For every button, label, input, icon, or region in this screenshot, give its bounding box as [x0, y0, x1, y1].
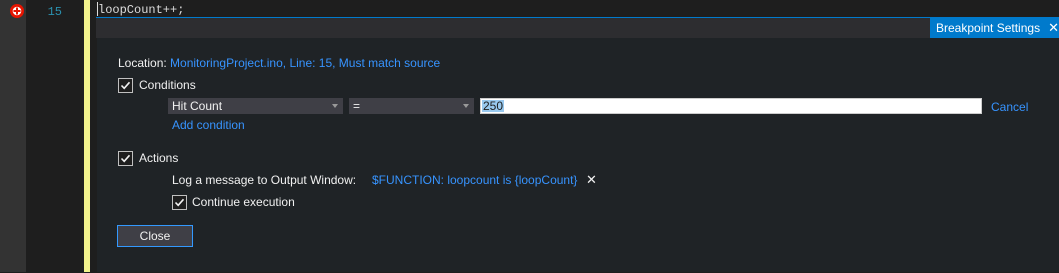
location-link[interactable]: MonitoringProject.ino, Line: 15, Must ma… [170, 56, 440, 70]
continue-execution-label: Continue execution [192, 195, 295, 209]
code-line[interactable] [90, 0, 1059, 17]
breakpoint-condition-icon[interactable] [9, 3, 25, 19]
breakpoint-settings-panel [97, 38, 1059, 272]
peek-title-label: Breakpoint Settings [936, 21, 1041, 35]
location-label-text: Location: [118, 56, 167, 70]
code-text[interactable]: loopCount++; [98, 3, 184, 17]
actions-checkbox[interactable] [118, 151, 133, 166]
conditions-checkbox[interactable] [118, 78, 133, 93]
breakpoint-gutter[interactable] [0, 0, 26, 272]
cancel-link[interactable]: Cancel [991, 100, 1028, 114]
condition-operator-dropdown[interactable]: = [349, 98, 474, 114]
condition-type-dropdown[interactable]: Hit Count [168, 98, 343, 114]
log-message-input[interactable]: $FUNCTION: loopcount is {loopCount} [372, 173, 577, 187]
text-caret [97, 2, 98, 16]
checkmark-icon [120, 81, 131, 90]
remove-action-icon[interactable]: ✕ [586, 172, 597, 188]
actions-label: Actions [139, 151, 179, 165]
condition-value-input[interactable]: 250 [480, 98, 982, 114]
location-label: Location: MonitoringProject.ino, Line: 1… [118, 56, 440, 70]
line-number: 15 [47, 5, 62, 19]
peek-title-tab: Breakpoint Settings ✕ [930, 18, 1059, 38]
checkmark-icon [174, 198, 185, 207]
close-icon[interactable]: ✕ [1048, 20, 1059, 36]
continue-execution-checkbox[interactable] [172, 195, 187, 210]
add-condition-link[interactable]: Add condition [172, 118, 245, 132]
condition-type-value: Hit Count [172, 99, 223, 113]
chevron-down-icon [463, 104, 469, 108]
peek-header [96, 18, 1059, 38]
current-line-indicator [84, 0, 90, 272]
checkmark-icon [120, 154, 131, 163]
log-message-label: Log a message to Output Window: [172, 173, 357, 187]
condition-value-text[interactable]: 250 [482, 100, 505, 112]
conditions-label: Conditions [139, 78, 196, 92]
condition-operator-value: = [353, 99, 361, 113]
chevron-down-icon [332, 104, 338, 108]
close-button[interactable]: Close [117, 225, 193, 247]
